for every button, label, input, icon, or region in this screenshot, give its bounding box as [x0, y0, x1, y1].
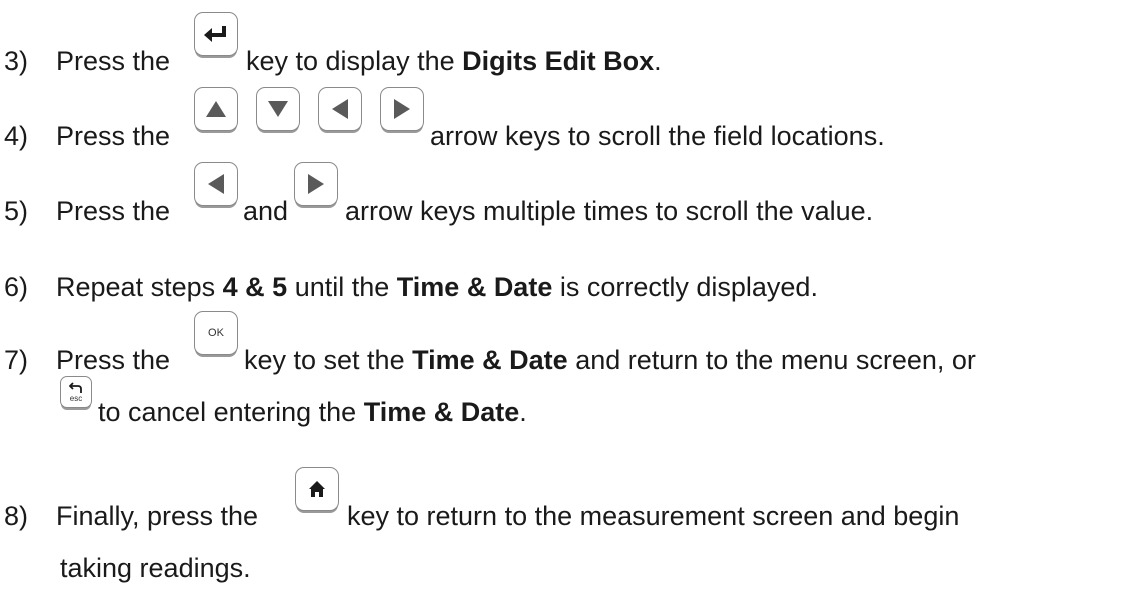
- ok-label: OK: [208, 327, 224, 339]
- back-arrow-icon: [69, 381, 82, 393]
- arrow-down-icon: [268, 101, 288, 117]
- term-time-date: Time & Date: [396, 272, 553, 302]
- step-text: key to display the: [246, 46, 455, 76]
- arrow-right-icon: [308, 174, 324, 194]
- step-number: 4): [4, 121, 29, 151]
- step-3-tail: key to display the Digits Edit Box.: [246, 44, 662, 78]
- right-key: [380, 87, 424, 131]
- step-5: 5) Press the: [4, 194, 170, 228]
- step-6: 6) Repeat steps 4 & 5 until the Time & Da…: [4, 270, 818, 304]
- arrow-left-icon: [332, 99, 348, 119]
- step-3: 3) Press the: [4, 44, 170, 78]
- step-8-line2: taking readings.: [60, 553, 251, 583]
- step-text: Repeat steps: [56, 272, 216, 302]
- step-text: until the: [294, 272, 390, 302]
- step-4: 4) Press the: [4, 119, 170, 153]
- enter-key: [194, 12, 238, 56]
- step-number: 8): [4, 501, 29, 531]
- step-7-tail: key to set the Time & Date and return to…: [244, 343, 976, 377]
- down-key: [256, 87, 300, 131]
- home-icon: [309, 481, 325, 497]
- right-key: [294, 162, 338, 206]
- step-number: 6): [4, 272, 29, 302]
- term-digits-edit-box: Digits Edit Box: [462, 46, 655, 76]
- step-number: 5): [4, 196, 29, 226]
- step-number: 7): [4, 345, 29, 375]
- punctuation: .: [519, 397, 527, 427]
- step-text: Press the: [56, 196, 171, 226]
- home-key: [295, 467, 339, 511]
- left-key: [318, 87, 362, 131]
- arrow-up-icon: [206, 101, 226, 117]
- step-text: Press the: [56, 345, 171, 375]
- arrow-right-icon: [394, 99, 410, 119]
- step-text: Press the: [56, 121, 171, 151]
- step-7: 7) Press the: [4, 343, 170, 377]
- step-text: and return to the menu screen, or: [575, 345, 976, 375]
- step-number: 3): [4, 46, 29, 76]
- esc-key: esc: [60, 376, 92, 408]
- esc-label: esc: [69, 393, 83, 403]
- arrow-left-icon: [208, 174, 224, 194]
- step-4-tail: arrow keys to scroll the field locations…: [430, 121, 885, 151]
- step-5-tail: arrow keys multiple times to scroll the …: [345, 196, 874, 226]
- enter-icon: [204, 26, 226, 42]
- term-steps-ref: 4 & 5: [222, 272, 288, 302]
- term-time-date: Time & Date: [412, 345, 568, 375]
- step-text: key to set the: [244, 345, 405, 375]
- left-key: [194, 162, 238, 206]
- step-7-line2: to cancel entering the Time & Date.: [98, 395, 527, 429]
- term-time-date: Time & Date: [363, 397, 520, 427]
- step-5-and: and: [243, 196, 289, 226]
- ok-key: OK: [194, 311, 238, 355]
- step-text: to cancel entering the: [98, 397, 357, 427]
- step-8-tail: key to return to the measurement screen …: [347, 501, 960, 531]
- step-8: 8) Finally, press the: [4, 499, 258, 533]
- step-text: Finally, press the: [56, 501, 259, 531]
- step-text: is correctly displayed.: [559, 272, 818, 302]
- punctuation: .: [654, 46, 662, 76]
- up-key: [194, 87, 238, 131]
- step-text: Press the: [56, 46, 171, 76]
